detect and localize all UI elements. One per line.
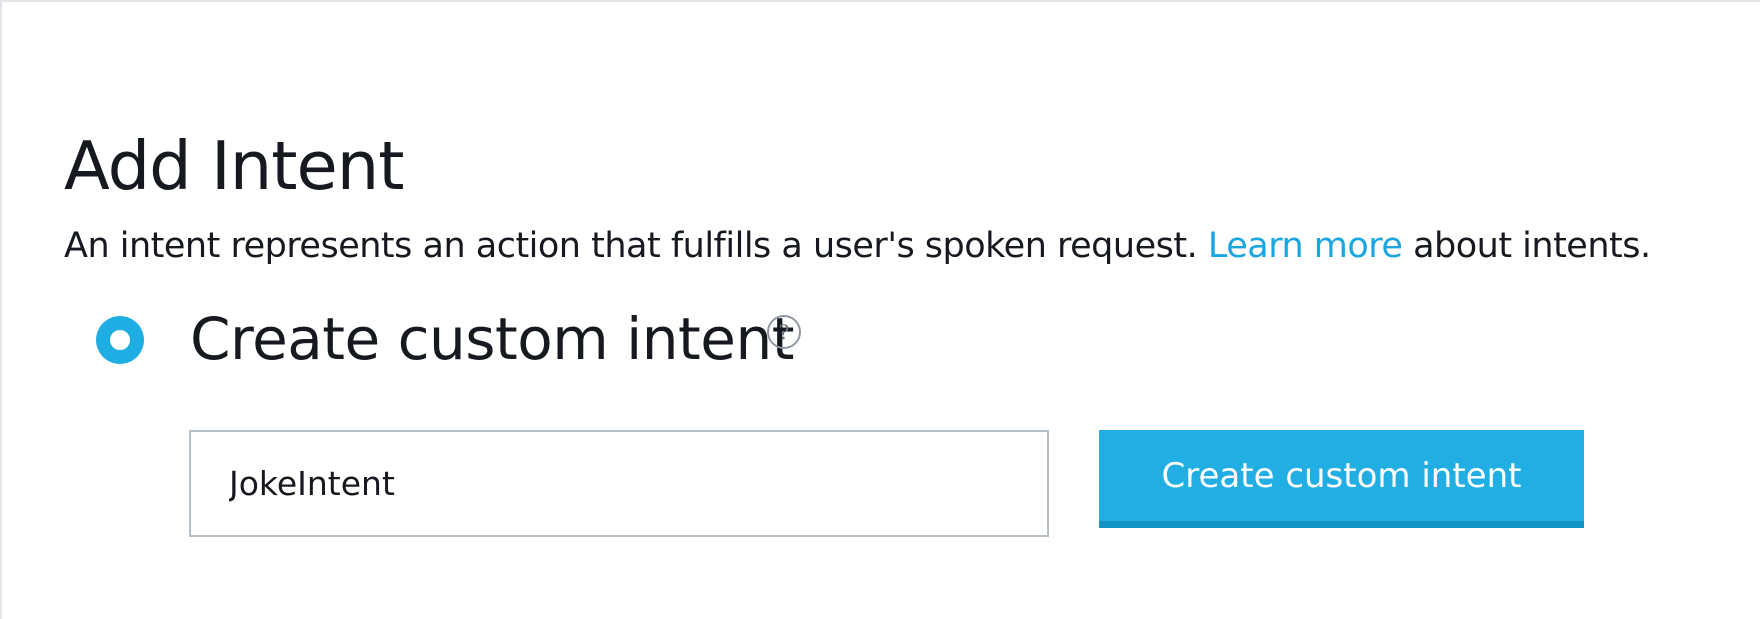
- question-circle-icon[interactable]: ?: [767, 315, 801, 349]
- radio-selected-indicator: [110, 330, 130, 350]
- intent-description: An intent represents an action that fulf…: [64, 225, 1651, 267]
- description-text-start: An intent represents an action that fulf…: [64, 226, 1208, 266]
- create-custom-intent-button[interactable]: Create custom intent: [1099, 430, 1584, 528]
- page-title: Add Intent: [64, 126, 404, 205]
- intent-name-input[interactable]: [189, 430, 1049, 537]
- description-text-end: about intents.: [1402, 226, 1651, 266]
- custom-intent-radio[interactable]: [96, 316, 144, 364]
- learn-more-link[interactable]: Learn more: [1208, 226, 1403, 266]
- custom-intent-option-label: Create custom intent: [190, 305, 794, 373]
